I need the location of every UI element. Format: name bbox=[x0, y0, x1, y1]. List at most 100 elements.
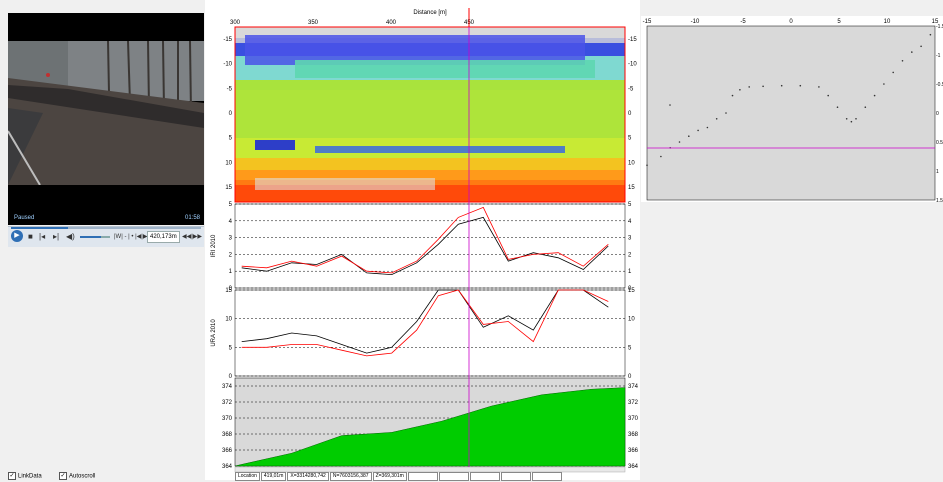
position-readout: 420,173m bbox=[147, 231, 180, 243]
autoscroll-checkbox[interactable]: ✓ bbox=[59, 472, 68, 480]
video-player[interactable]: Paused 01:58 bbox=[8, 13, 204, 225]
y-tick: 374 bbox=[222, 384, 233, 390]
linkdata-label: LinkData bbox=[18, 473, 42, 480]
profile-y-tick: -1 bbox=[936, 53, 941, 59]
top-axis-tick: 300 bbox=[230, 20, 241, 26]
profile-point bbox=[678, 141, 681, 143]
profile-x-tick: -10 bbox=[691, 19, 700, 25]
y-tick-right: 10 bbox=[628, 317, 635, 323]
profile-point bbox=[715, 118, 718, 120]
step-controls-icon[interactable]: |W| - | • |◀|▶| bbox=[114, 232, 149, 242]
y-tick-right: 1 bbox=[628, 269, 632, 275]
y-tick-right: 0 bbox=[628, 374, 632, 380]
y-tick-right: 372 bbox=[628, 400, 639, 406]
heatmap-y-tick: 0 bbox=[229, 111, 233, 117]
y-axis-label: IRI 2010 bbox=[211, 234, 217, 257]
y-tick: 2 bbox=[229, 252, 233, 258]
charts-canvas[interactable]: Distance [m]300350400450-15-15-10-10-5-5… bbox=[205, 0, 640, 480]
heatmap-y-tick-right: -5 bbox=[628, 86, 634, 92]
profile-point bbox=[725, 112, 727, 114]
player-controls: ▶ ■ |◂ ▸| ◀) |W| - | • |◀|▶| 420,173m ◀◀… bbox=[8, 226, 204, 247]
y-tick-right: 2 bbox=[628, 252, 632, 258]
y-tick: 1 bbox=[229, 269, 233, 275]
profile-point bbox=[739, 89, 741, 91]
y-tick-right: 364 bbox=[628, 464, 639, 470]
profile-x-tick: 0 bbox=[789, 19, 793, 25]
volume-icon[interactable]: ◀) bbox=[66, 232, 75, 242]
y-tick-right: 5 bbox=[628, 345, 632, 351]
volume-level bbox=[80, 236, 101, 238]
play-button[interactable]: ▶ bbox=[11, 230, 23, 242]
profile-point bbox=[731, 94, 734, 97]
left-panel: Paused 01:58 ▶ ■ |◂ ▸| ◀) |W| - | • |◀|▶… bbox=[0, 0, 205, 480]
seek-progress bbox=[11, 227, 68, 229]
profile-point bbox=[855, 118, 857, 120]
y-tick: 364 bbox=[222, 464, 233, 470]
y-tick-right: 368 bbox=[628, 432, 639, 438]
heatmap-y-tick: 10 bbox=[225, 160, 232, 166]
y-tick: 5 bbox=[229, 345, 233, 351]
profile-point bbox=[929, 33, 932, 36]
y-tick-right: 15 bbox=[628, 288, 635, 294]
heatmap-y-tick-right: 10 bbox=[628, 160, 635, 166]
heatmap-band bbox=[235, 90, 625, 138]
profile-x-tick: 10 bbox=[884, 19, 891, 25]
profile-point bbox=[845, 118, 848, 120]
profile-point bbox=[669, 104, 671, 106]
profile-point bbox=[920, 45, 922, 48]
linkdata-checkbox[interactable]: ✓ bbox=[8, 472, 16, 480]
y-tick: 5 bbox=[229, 202, 233, 208]
heatmap-blue-strip bbox=[315, 146, 565, 153]
profile-frame bbox=[646, 25, 936, 201]
cross-profile-canvas[interactable]: -15-10-5051015-1.5-1-0.500.511.5 bbox=[641, 16, 943, 204]
profile-x-tick: 5 bbox=[837, 19, 841, 25]
next-icon[interactable]: ▸| bbox=[53, 232, 59, 242]
heatmap-teal-zone bbox=[295, 60, 595, 78]
y-tick-right: 4 bbox=[628, 219, 632, 225]
heatmap-y-tick: -10 bbox=[223, 62, 232, 68]
y-tick-right: 370 bbox=[628, 416, 639, 422]
y-tick-right: 3 bbox=[628, 236, 632, 242]
previous-icon[interactable]: |◂ bbox=[39, 232, 45, 242]
profile-point bbox=[660, 155, 662, 158]
heatmap-y-tick: 5 bbox=[229, 136, 233, 142]
volume-slider[interactable] bbox=[80, 236, 110, 238]
profile-point bbox=[836, 106, 839, 108]
y-axis-label: URA 2010 bbox=[211, 319, 217, 347]
profile-point bbox=[850, 120, 853, 123]
profile-y-tick: 1.5 bbox=[936, 198, 943, 202]
heatmap-y-tick: -5 bbox=[227, 86, 233, 92]
top-axis-tick: 350 bbox=[308, 20, 319, 26]
heatmap bbox=[234, 26, 626, 203]
y-tick-right: 374 bbox=[628, 384, 639, 390]
seek-bar[interactable] bbox=[11, 227, 201, 229]
heatmap-blue-patch bbox=[255, 140, 295, 150]
heatmap-y-tick-right: 0 bbox=[628, 111, 632, 117]
heatmap-y-tick: 15 bbox=[225, 185, 232, 191]
profile-y-tick: 0 bbox=[936, 111, 939, 117]
heatmap-band bbox=[235, 80, 625, 90]
y-tick: 3 bbox=[229, 236, 233, 242]
jump-controls-icon[interactable]: ◀◀|▶▶ bbox=[182, 232, 202, 242]
top-axis-title: Distance [m] bbox=[413, 10, 447, 16]
profile-point bbox=[697, 129, 699, 132]
y-tick: 15 bbox=[225, 288, 232, 294]
profile-point bbox=[799, 84, 802, 87]
video-frame bbox=[8, 13, 204, 225]
chart-2: 364 364 366 366 368 368 370 370 372 372 374 374 bbox=[222, 377, 639, 470]
y-tick: 372 bbox=[222, 400, 233, 406]
y-tick: 4 bbox=[229, 219, 233, 225]
y-tick: 0 bbox=[229, 374, 233, 380]
y-tick: 366 bbox=[222, 448, 233, 454]
profile-point bbox=[864, 106, 867, 108]
profile-y-tick: 1 bbox=[936, 169, 939, 175]
stop-icon[interactable]: ■ bbox=[28, 232, 33, 242]
heatmap-y-tick-right: 5 bbox=[628, 136, 632, 142]
status-bar: Location 419,01m X=3314280,742 N=7603156,38… bbox=[235, 472, 835, 481]
profile-y-tick: 0.5 bbox=[936, 140, 943, 146]
profile-x-tick: -5 bbox=[740, 19, 746, 25]
heatmap-y-tick: -15 bbox=[223, 37, 232, 43]
profile-y-tick: -0.5 bbox=[936, 82, 943, 88]
options-row: ✓ LinkData ✓ Autoscroll bbox=[8, 472, 208, 480]
chart-0: 0 01 12 23 34 45 5IRI 2010 bbox=[211, 202, 632, 292]
